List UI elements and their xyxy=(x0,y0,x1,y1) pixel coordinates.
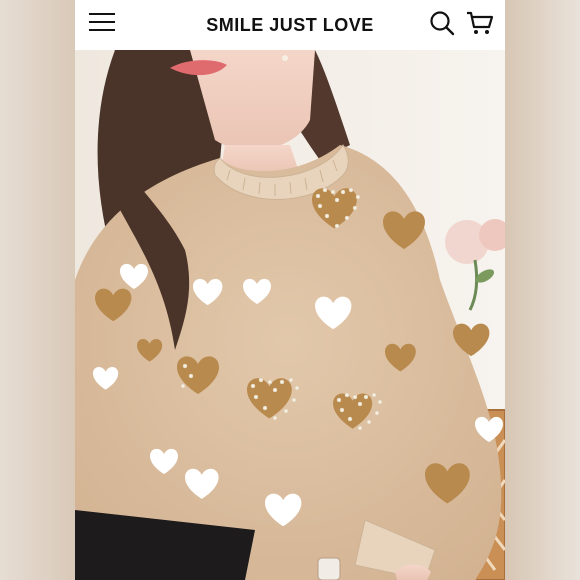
wristwatch xyxy=(317,557,341,580)
cart-icon[interactable] xyxy=(465,8,495,38)
search-icon[interactable] xyxy=(427,8,457,38)
sweater-illustration xyxy=(75,50,505,580)
earring xyxy=(282,55,288,61)
brand-title[interactable]: SMILE JUST LOVE xyxy=(206,15,374,36)
left-blurred-backdrop xyxy=(0,0,75,580)
mobile-app-view: SMILE JUST LOVE xyxy=(75,0,505,580)
hamburger-menu-icon[interactable] xyxy=(89,11,117,39)
right-blurred-backdrop xyxy=(505,0,580,580)
product-photo[interactable] xyxy=(75,50,505,580)
screenshot-frame: SMILE JUST LOVE xyxy=(0,0,580,580)
top-navigation-bar: SMILE JUST LOVE xyxy=(75,0,505,50)
header-actions xyxy=(427,8,495,38)
